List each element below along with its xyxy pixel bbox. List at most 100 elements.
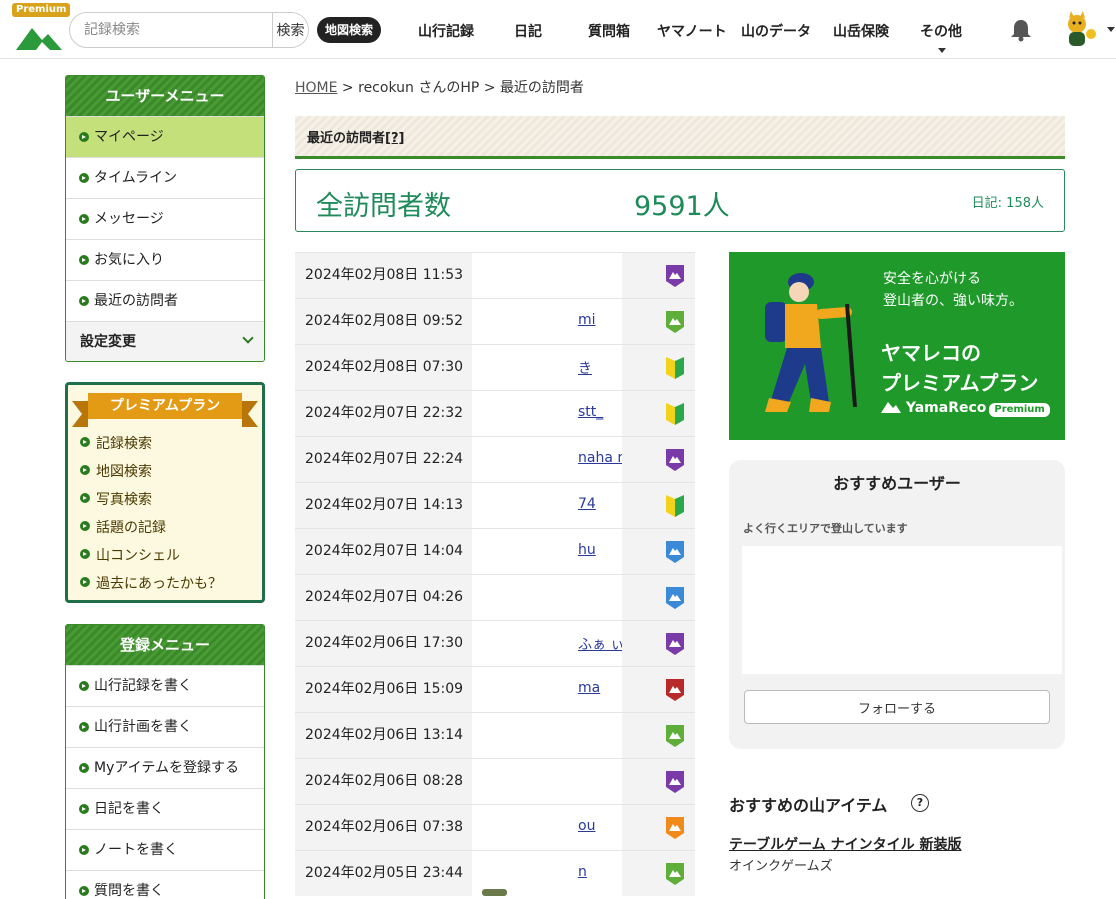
sidebar-item-favorites[interactable]: お気に入り [66, 239, 264, 280]
badge-cell [622, 483, 695, 528]
visitor-name-link[interactable]: 74 [578, 496, 596, 512]
ad-tagline-1: 安全を心がける [883, 271, 981, 287]
visit-date: 2024年02月06日 17:30 [295, 621, 472, 666]
level-badge-icon [666, 771, 684, 793]
item-maker: オインクゲームズ [729, 859, 833, 874]
nav-others[interactable]: その他 [920, 21, 962, 41]
sidebar-item-register-item[interactable]: Myアイテムを登録する [66, 747, 264, 788]
premium-item-map-search[interactable]: 地図検索 [80, 461, 152, 481]
user-menu-title: ユーザーメニュー [66, 76, 264, 116]
sidebar-item-write-diary[interactable]: 日記を書く [66, 788, 264, 829]
visitor-name-link[interactable]: stt_ [578, 404, 603, 420]
premium-ad-banner[interactable]: 安全を心がける 登山者の、強い味方。 ヤマレコの プレミアムプラン YamaRe… [729, 252, 1065, 440]
badge-cell [622, 299, 695, 344]
badge-cell [622, 575, 695, 620]
beginner-badge-icon [666, 495, 684, 517]
site-header: Premium 検索 地図検索 山行記録 日記 質問箱 ヤマノート 山のデータ … [0, 0, 1116, 59]
visitor-row: 2024年02月08日 11:53 [295, 252, 695, 298]
premium-item-concierge[interactable]: 山コンシェル [80, 545, 180, 565]
visitor-row: 2024年02月07日 22:24 naha ru [295, 436, 695, 482]
visit-date: 2024年02月07日 22:32 [295, 391, 472, 436]
visit-date: 2024年02月06日 08:28 [295, 759, 472, 804]
visit-date: 2024年02月07日 14:04 [295, 529, 472, 574]
premium-item-hot-records[interactable]: 話題の記録 [80, 517, 166, 537]
recommended-users-area [742, 546, 1062, 674]
visitor-name-link[interactable]: き [578, 358, 592, 378]
visit-date: 2024年02月05日 23:44 [295, 851, 472, 896]
visitor-row: 2024年02月06日 15:09 ma [295, 666, 695, 712]
badge-cell [622, 391, 695, 436]
user-menu: ユーザーメニュー マイページ タイムライン メッセージ お気に入り 最近の訪問者… [65, 75, 265, 362]
sidebar-item-write-plan[interactable]: 山行計画を書く [66, 706, 264, 747]
sidebar-item-messages[interactable]: メッセージ [66, 198, 264, 239]
nav-questions[interactable]: 質問箱 [588, 21, 630, 41]
nav-insurance[interactable]: 山岳保険 [833, 21, 889, 41]
search-box: 検索 [69, 12, 309, 48]
search-button[interactable]: 検索 [272, 13, 308, 47]
ad-logo: YamaReco Premium [881, 400, 1050, 417]
visitor-name-link[interactable]: ma [578, 680, 600, 696]
premium-menu-title: プレミアムプラン [72, 393, 258, 427]
visitor-name-link[interactable]: ou [578, 818, 595, 834]
follow-button[interactable]: フォローする [744, 690, 1050, 724]
item-link[interactable]: テーブルゲーム ナインタイル 新装版 [729, 834, 962, 854]
nav-yamanote[interactable]: ヤマノート [657, 21, 727, 41]
sidebar-item-write-note[interactable]: ノートを書く [66, 829, 264, 870]
visitor-list: 2024年02月08日 11:53 2024年02月08日 09:52 mi 2024… [295, 252, 695, 896]
ad-tagline-2: 登山者の、強い味方。 [883, 293, 1023, 309]
breadcrumb: HOME > recokun さんのHP > 最近の訪問者 [295, 77, 584, 97]
badge-cell [622, 805, 695, 850]
visit-date: 2024年02月08日 07:30 [295, 345, 472, 390]
badge-cell [622, 345, 695, 390]
avatar-icon[interactable] [1061, 10, 1099, 50]
badge-cell [622, 529, 695, 574]
visitor-row: 2024年02月08日 09:52 mi [295, 298, 695, 344]
badge-cell [622, 667, 695, 712]
visitor-name-link[interactable]: n [578, 864, 587, 880]
map-search-button[interactable]: 地図検索 [317, 17, 382, 43]
visitor-row: 2024年02月07日 22:32 stt_ [295, 390, 695, 436]
breadcrumb-home-link[interactable]: HOME [295, 80, 337, 96]
breadcrumb-user-hp[interactable]: recokun さんのHP [358, 80, 479, 96]
nav-diary[interactable]: 日記 [514, 21, 542, 41]
help-link[interactable]: [?] [385, 131, 404, 146]
chevron-down-icon [938, 48, 946, 53]
settings-toggle[interactable]: 設定変更 [66, 321, 264, 361]
visitor-name-link[interactable]: mi [578, 312, 596, 328]
visitor-name-link[interactable]: ふぁ ぃ [578, 634, 624, 654]
visit-date: 2024年02月08日 11:53 [295, 253, 472, 298]
premium-item-photo-search[interactable]: 写真検索 [80, 489, 152, 509]
search-input[interactable] [70, 13, 272, 47]
sidebar-item-write-record[interactable]: 山行記録を書く [66, 665, 264, 706]
visitor-name-link[interactable]: hu [578, 542, 596, 558]
nav-records[interactable]: 山行記録 [418, 21, 474, 41]
sidebar-item-recent-visitors[interactable]: 最近の訪問者 [66, 280, 264, 321]
visit-date: 2024年02月06日 07:38 [295, 805, 472, 850]
visitor-row: 2024年02月06日 17:30 ふぁ ぃ [295, 620, 695, 666]
premium-item-record-search[interactable]: 記録検索 [80, 433, 152, 453]
total-visitors-box: 全訪問者数 9591人 日記: 158人 [295, 169, 1065, 232]
total-visitors-value: 9591人 [634, 191, 730, 222]
site-logo[interactable]: Premium [6, 2, 71, 54]
chevron-down-icon[interactable] [1107, 27, 1115, 32]
level-badge-icon [666, 633, 684, 655]
beginner-badge-icon [666, 357, 684, 379]
sidebar-item-write-question[interactable]: 質問を書く [66, 870, 264, 899]
hiker-illustration [765, 273, 857, 412]
recommended-users-subtitle: よく行くエリアで登山しています [743, 522, 908, 535]
help-icon[interactable]: ? [911, 794, 929, 812]
sidebar-item-timeline[interactable]: タイムライン [66, 157, 264, 198]
sidebar-item-mypage[interactable]: マイページ [66, 116, 264, 157]
premium-item-past[interactable]: 過去にあったかも？ [80, 573, 222, 593]
visit-date: 2024年02月07日 04:26 [295, 575, 472, 620]
section-title: 最近の訪問者 [307, 131, 386, 146]
visitor-row: 2024年02月06日 08:28 [295, 758, 695, 804]
ad-tagline: 安全を心がける 登山者の、強い味方。 [883, 268, 1023, 312]
bell-icon[interactable] [1010, 18, 1032, 42]
visit-date: 2024年02月06日 15:09 [295, 667, 472, 712]
mountain-logo-icon [16, 28, 62, 50]
nav-mountain-data[interactable]: 山のデータ [741, 21, 811, 41]
visitor-row: 2024年02月07日 14:04 hu [295, 528, 695, 574]
visitor-avatar[interactable] [482, 889, 507, 896]
total-visitors-label: 全訪問者数 [316, 191, 451, 222]
